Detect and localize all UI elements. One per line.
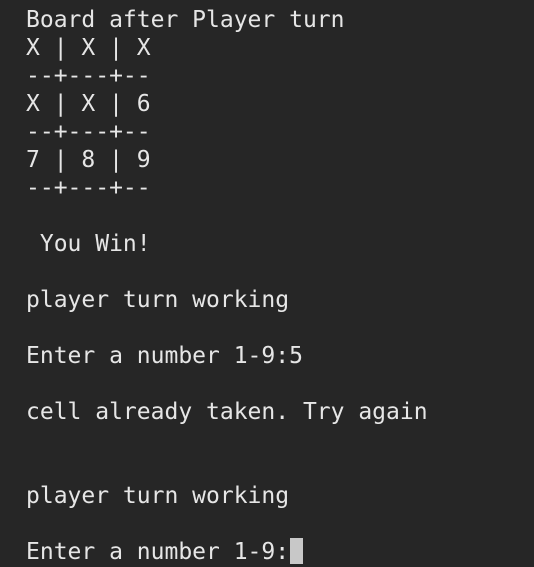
win-message: You Win! [26, 231, 151, 257]
player-turn-status-2: player turn working [26, 483, 290, 509]
player-turn-status-1: player turn working [26, 287, 290, 313]
input-prompt-line[interactable]: Enter a number 1-9: [26, 538, 304, 566]
board-row-2: X | X | 6 [26, 91, 151, 117]
board-row-1: X | X | X [26, 35, 151, 61]
text-cursor[interactable] [290, 538, 304, 564]
input-prompt-answered: Enter a number 1-9:5 [26, 343, 303, 369]
board-row-3: 7 | 8 | 9 [26, 147, 151, 173]
board-separator-1: --+---+-- [26, 63, 151, 89]
error-message: cell already taken. Try again [26, 399, 428, 425]
terminal-window[interactable]: Board after Player turn X | X | X --+---… [0, 0, 534, 567]
board-header-line: Board after Player turn [26, 7, 345, 33]
input-prompt: Enter a number 1-9: [26, 539, 290, 565]
board-separator-2: --+---+-- [26, 119, 151, 145]
board-separator-3: --+---+-- [26, 175, 151, 201]
